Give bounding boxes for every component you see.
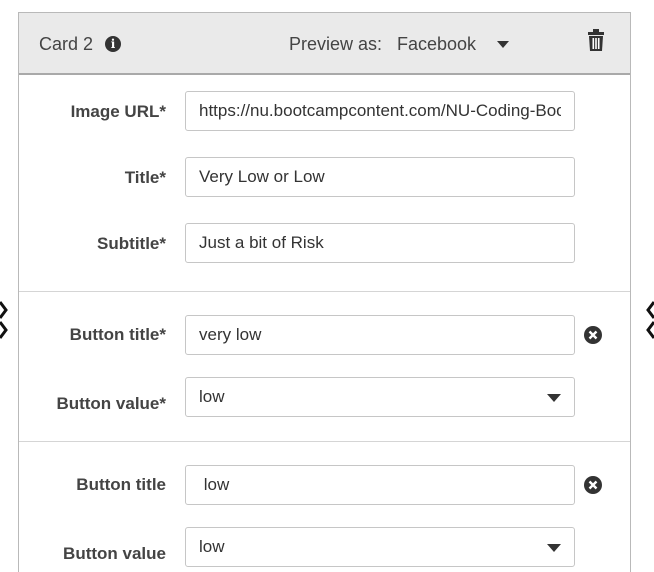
subtitle-label: Subtitle* <box>97 234 166 253</box>
subtitle-input[interactable] <box>185 223 575 263</box>
trash-icon[interactable] <box>585 29 607 53</box>
button-1-value-label: Button value* <box>56 394 166 413</box>
button-1-value-selected: low <box>199 387 225 406</box>
info-icon[interactable]: i <box>105 36 121 52</box>
preview-platform-value: Facebook <box>397 34 477 54</box>
chevron-down-icon <box>547 544 561 552</box>
button-1-title-input[interactable] <box>185 315 575 355</box>
button-2-value-select[interactable]: low <box>185 527 575 567</box>
remove-circle-icon[interactable] <box>584 476 602 494</box>
image-url-input[interactable] <box>185 91 575 131</box>
card-header: Card 2 i Preview as: Facebook <box>19 13 630 75</box>
card-title: Card 2 <box>39 34 94 54</box>
button-2-value-label: Button value <box>63 544 166 563</box>
section-divider <box>19 291 630 292</box>
card-editor: Card 2 i Preview as: Facebook Image URL*… <box>18 12 631 572</box>
chevron-down-icon <box>497 41 509 48</box>
title-label: Title* <box>124 168 166 187</box>
chevron-down-icon <box>547 394 561 402</box>
button-1-value-select[interactable]: low <box>185 377 575 417</box>
carousel-prev-arrow-icon[interactable] <box>0 300 8 340</box>
button-2-value-selected: low <box>199 537 225 556</box>
button-2-title-input[interactable] <box>185 465 575 505</box>
preview-platform-select[interactable]: Facebook <box>391 27 539 61</box>
section-divider <box>19 441 630 442</box>
button-1-title-label: Button title* <box>69 325 166 344</box>
title-input[interactable] <box>185 157 575 197</box>
remove-circle-icon[interactable] <box>584 326 602 344</box>
button-2-title-label: Button title <box>76 475 166 494</box>
image-url-label: Image URL* <box>70 102 166 121</box>
carousel-next-arrow-icon[interactable] <box>646 300 654 340</box>
preview-as-label: Preview as: <box>289 34 383 54</box>
